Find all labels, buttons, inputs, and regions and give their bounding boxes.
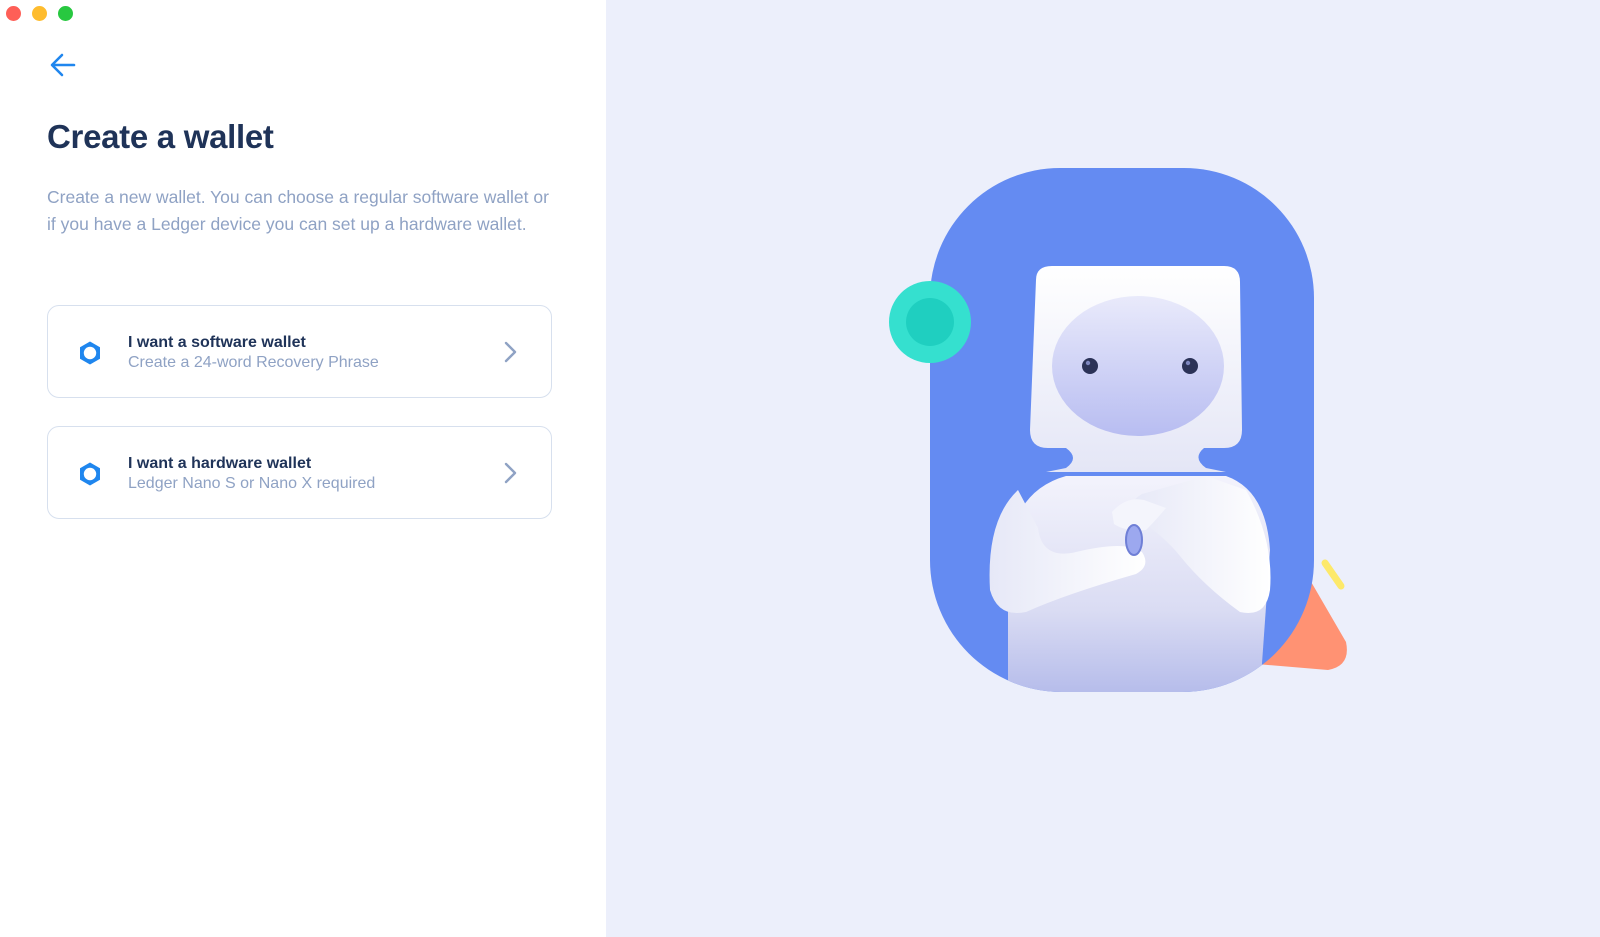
page-title: Create a wallet: [47, 118, 274, 155]
chevron-right-icon: [504, 341, 517, 363]
hardware-wallet-title: I want a hardware wallet: [128, 455, 312, 472]
arrow-left-icon: [50, 53, 76, 77]
window-controls: [6, 6, 73, 21]
page-description: Create a new wallet. You can choose a re…: [47, 187, 549, 234]
left-eye: [1082, 358, 1098, 374]
app-window: Create a wallet Create a new wallet. You…: [0, 0, 1600, 937]
minimize-window-button[interactable]: [32, 6, 47, 21]
software-wallet-option[interactable]: I want a software wallet Create a 24-wor…: [47, 305, 552, 398]
back-button[interactable]: [46, 48, 80, 82]
gear-icon: [80, 462, 100, 486]
right-eye: [1182, 358, 1198, 374]
astronaut-illustration: [889, 168, 1347, 692]
zoom-window-button[interactable]: [58, 6, 73, 21]
software-wallet-title: I want a software wallet: [128, 334, 306, 351]
hardware-wallet-option[interactable]: I want a hardware wallet Ledger Nano S o…: [47, 426, 552, 519]
yellow-accent: [1321, 559, 1345, 590]
chevron-right-icon: [504, 462, 517, 484]
visor: [1052, 296, 1224, 436]
gear-icon: [80, 341, 100, 365]
close-window-button[interactable]: [6, 6, 21, 21]
software-wallet-subtitle: Create a 24-word Recovery Phrase: [128, 354, 379, 371]
coin: [1125, 524, 1143, 556]
left-pane: Create a wallet Create a new wallet. You…: [0, 0, 606, 937]
hardware-wallet-subtitle: Ledger Nano S or Nano X required: [128, 475, 376, 492]
illustration-pane: [606, 0, 1600, 937]
